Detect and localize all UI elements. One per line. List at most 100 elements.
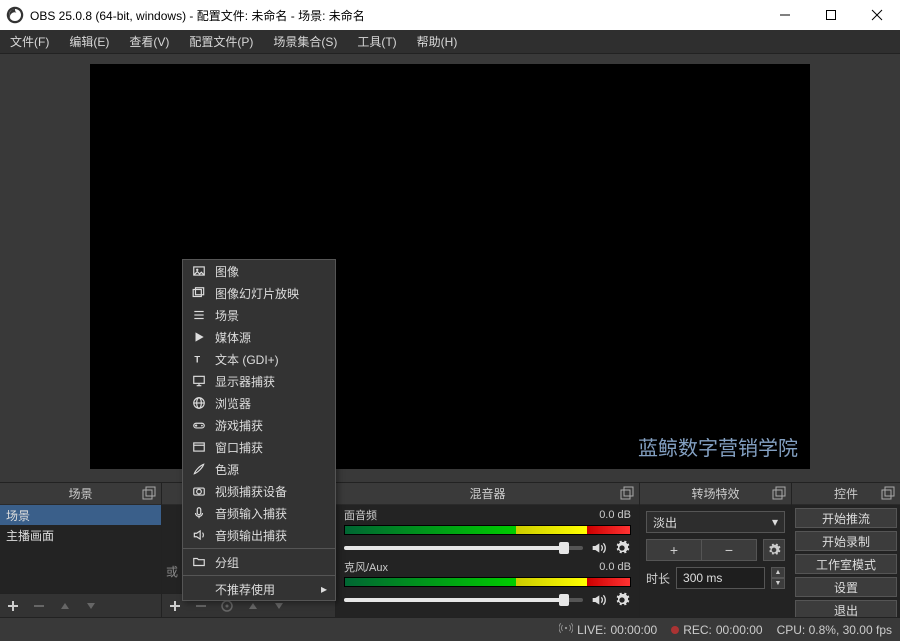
source-type-globe[interactable]: 浏览器: [183, 392, 335, 414]
channel-db: 0.0 dB: [599, 561, 631, 573]
duration-down-button[interactable]: ▼: [771, 578, 785, 589]
volume-slider[interactable]: [344, 598, 583, 602]
scenes-title: 场景: [68, 485, 92, 502]
dock-popout-icon[interactable]: [141, 486, 157, 502]
live-time: 00:00:00: [610, 623, 657, 637]
rec-time: 00:00:00: [716, 623, 763, 637]
dock-popout-icon[interactable]: [771, 486, 787, 502]
add-transition-button[interactable]: +: [646, 539, 701, 561]
broadcast-icon: [559, 621, 573, 638]
list-icon: [191, 307, 207, 323]
control-button-0[interactable]: 开始推流: [795, 508, 897, 528]
menu-item-3[interactable]: 配置文件(P): [179, 30, 263, 53]
dock-popout-icon[interactable]: [619, 486, 635, 502]
source-type-camera[interactable]: 视频捕获设备: [183, 480, 335, 502]
cpu-fps: CPU: 0.8%, 30.00 fps: [777, 623, 892, 637]
control-button-2[interactable]: 工作室模式: [795, 554, 897, 574]
gamepad-icon: [191, 417, 207, 433]
close-button[interactable]: [854, 0, 900, 30]
window-title: OBS 25.0.8 (64-bit, windows) - 配置文件: 未命名…: [30, 7, 762, 24]
play-icon: [191, 329, 207, 345]
mixer-channel: 克风/Aux 0.0 dB: [336, 557, 639, 609]
gear-icon[interactable]: [613, 591, 631, 609]
dock-popout-icon[interactable]: [880, 486, 896, 502]
mic-icon: [191, 505, 207, 521]
menu-item-4[interactable]: 场景集合(S): [263, 30, 347, 53]
channel-name: 克风/Aux: [344, 559, 388, 575]
image-icon: [191, 263, 207, 279]
transition-selected: 淡出: [653, 514, 677, 531]
separator: [183, 575, 335, 576]
channel-db: 0.0 dB: [599, 509, 631, 521]
speaker-icon[interactable]: [589, 591, 607, 609]
remove-transition-button[interactable]: −: [701, 539, 757, 561]
source-type-mic[interactable]: 音频输入捕获: [183, 502, 335, 524]
source-type-text[interactable]: T文本 (GDI+): [183, 348, 335, 370]
controls-title: 控件: [834, 485, 858, 502]
window-icon: [191, 439, 207, 455]
duration-up-button[interactable]: ▲: [771, 567, 785, 578]
add-source-context-menu: 图像图像幻灯片放映场景媒体源T文本 (GDI+)显示器捕获浏览器游戏捕获窗口捕获…: [182, 259, 336, 601]
source-type-slideshow[interactable]: 图像幻灯片放映: [183, 282, 335, 304]
chevron-down-icon: ▾: [772, 515, 778, 529]
volume-slider[interactable]: [344, 546, 583, 550]
transition-properties-button[interactable]: [763, 539, 785, 561]
preview-area: 蓝鲸数字营销学院: [0, 54, 900, 482]
source-type-monitor[interactable]: 显示器捕获: [183, 370, 335, 392]
menu-item-6[interactable]: 帮助(H): [407, 30, 468, 53]
menu-item-5[interactable]: 工具(T): [347, 30, 406, 53]
menu-item-0[interactable]: 文件(F): [0, 30, 59, 53]
control-button-4[interactable]: 退出: [795, 600, 897, 617]
source-type-gamepad[interactable]: 游戏捕获: [183, 414, 335, 436]
monitor-icon: [191, 373, 207, 389]
gear-icon[interactable]: [613, 539, 631, 557]
mixer-channel: 面音频 0.0 dB: [336, 505, 639, 557]
menu-item-1[interactable]: 编辑(E): [59, 30, 119, 53]
control-button-3[interactable]: 设置: [795, 577, 897, 597]
source-type-window[interactable]: 窗口捕获: [183, 436, 335, 458]
source-type-play[interactable]: 媒体源: [183, 326, 335, 348]
control-button-1[interactable]: 开始录制: [795, 531, 897, 551]
group-menu-item[interactable]: 分组: [183, 551, 335, 573]
sources-or-label: 或: [166, 563, 178, 580]
minimize-button[interactable]: [762, 0, 808, 30]
duration-input[interactable]: 300 ms: [676, 567, 765, 589]
duration-label: 时长: [646, 570, 670, 587]
transition-select[interactable]: 淡出 ▾: [646, 511, 785, 533]
scene-item[interactable]: 场景: [0, 505, 161, 525]
add-scene-button[interactable]: [0, 594, 26, 618]
mixer-body: 面音频 0.0 dB 克风/Aux 0.0 dB: [336, 505, 639, 617]
brush-icon: [191, 461, 207, 477]
source-type-image[interactable]: 图像: [183, 260, 335, 282]
separator: [183, 548, 335, 549]
audio-meter: [344, 525, 631, 535]
source-type-brush[interactable]: 色源: [183, 458, 335, 480]
menubar: 文件(F)编辑(E)查看(V)配置文件(P)场景集合(S)工具(T)帮助(H): [0, 30, 900, 54]
mixer-title: 混音器: [469, 485, 505, 502]
text-icon: T: [191, 351, 207, 367]
scene-item[interactable]: 主播画面: [0, 525, 161, 545]
svg-text:T: T: [194, 355, 200, 365]
folder-icon: [191, 554, 207, 570]
rec-dot-icon: [671, 626, 679, 634]
scenes-dock: 场景 场景主播画面: [0, 483, 162, 617]
deprecated-submenu[interactable]: 不推荐使用▸: [183, 578, 335, 600]
remove-scene-button[interactable]: [26, 594, 52, 618]
speaker-icon[interactable]: [589, 539, 607, 557]
slideshow-icon: [191, 285, 207, 301]
menu-item-2[interactable]: 查看(V): [119, 30, 179, 53]
maximize-button[interactable]: [808, 0, 854, 30]
scene-up-button[interactable]: [52, 594, 78, 618]
window-titlebar: OBS 25.0.8 (64-bit, windows) - 配置文件: 未命名…: [0, 0, 900, 30]
source-type-list[interactable]: 场景: [183, 304, 335, 326]
source-type-speaker[interactable]: 音频输出捕获: [183, 524, 335, 546]
scene-down-button[interactable]: [78, 594, 104, 618]
scenes-list[interactable]: 场景主播画面: [0, 505, 161, 593]
statusbar: LIVE: 00:00:00 REC: 00:00:00 CPU: 0.8%, …: [0, 617, 900, 641]
channel-name: 面音频: [344, 507, 377, 523]
transitions-title: 转场特效: [691, 485, 739, 502]
audio-meter: [344, 577, 631, 587]
live-label: LIVE:: [577, 623, 606, 637]
rec-label: REC:: [683, 623, 712, 637]
globe-icon: [191, 395, 207, 411]
